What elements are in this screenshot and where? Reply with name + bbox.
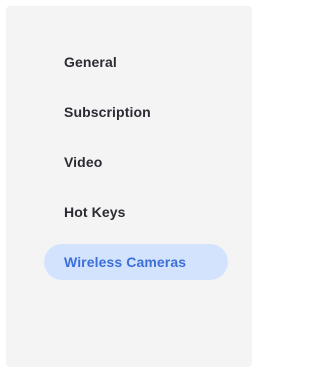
sidebar-item-label: Wireless Cameras [64, 254, 187, 270]
sidebar-item-general[interactable]: General [44, 44, 228, 80]
sidebar-item-subscription[interactable]: Subscription [44, 94, 228, 130]
sidebar-item-label: Hot Keys [64, 204, 126, 220]
sidebar-item-wireless-cameras[interactable]: Wireless Cameras [44, 244, 228, 280]
sidebar-item-hot-keys[interactable]: Hot Keys [44, 194, 228, 230]
settings-sidebar: General Subscription Video Hot Keys Wire… [6, 6, 252, 367]
sidebar-item-label: Video [64, 154, 103, 170]
sidebar-item-video[interactable]: Video [44, 144, 228, 180]
settings-nav-list: General Subscription Video Hot Keys Wire… [6, 44, 252, 294]
sidebar-item-label: Subscription [64, 104, 151, 120]
sidebar-item-label: General [64, 54, 117, 70]
